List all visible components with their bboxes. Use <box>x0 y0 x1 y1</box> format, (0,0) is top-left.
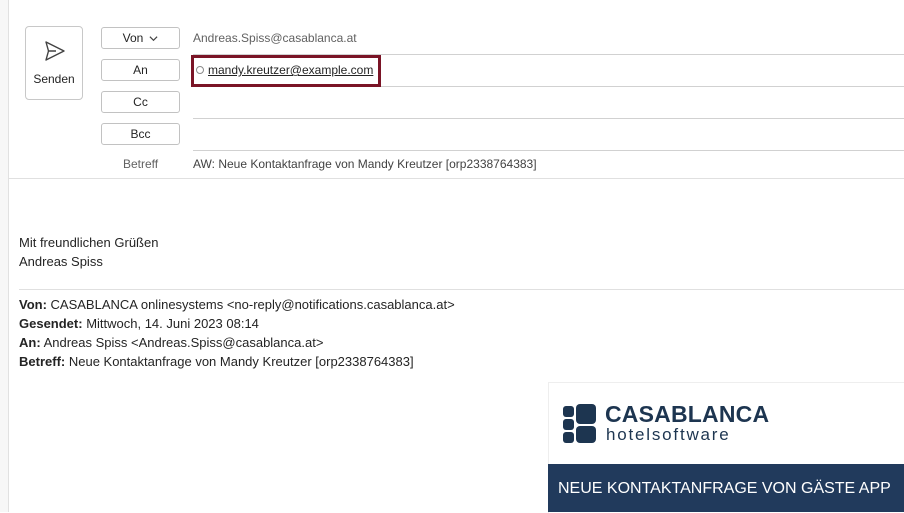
bcc-field-input[interactable] <box>193 150 904 151</box>
quoted-to-line: An: Andreas Spiss <Andreas.Spiss@casabla… <box>19 333 323 352</box>
send-icon <box>45 41 65 61</box>
from-address: Andreas.Spiss@casablanca.at <box>193 31 357 45</box>
cc-field-input[interactable] <box>193 118 904 119</box>
recipient-highlight-box <box>191 55 381 87</box>
quote-divider <box>19 289 904 290</box>
cc-button-label: Cc <box>133 95 148 109</box>
header-divider <box>8 178 904 179</box>
greeting-line: Mit freundlichen Grüßen <box>19 235 159 250</box>
to-button[interactable]: An <box>101 59 180 81</box>
casablanca-logo-icon <box>563 404 596 443</box>
logo-title: CASABLANCA <box>605 401 770 427</box>
to-button-label: An <box>133 63 148 77</box>
quoted-sent-label: Gesendet: <box>19 316 83 331</box>
quoted-sent-line: Gesendet: Mittwoch, 14. Juni 2023 08:14 <box>19 314 259 333</box>
logo-subtitle: hotelsoftware <box>606 425 731 444</box>
send-button-label: Senden <box>33 72 75 86</box>
cc-button[interactable]: Cc <box>101 91 180 113</box>
quoted-subject-label: Betreff: <box>19 354 66 369</box>
quoted-from-label: Von: <box>19 297 47 312</box>
from-button-label: Von <box>122 31 144 45</box>
subject-input[interactable]: AW: Neue Kontaktanfrage von Mandy Kreutz… <box>193 157 537 171</box>
quoted-subject-line: Betreff: Neue Kontaktanfrage von Mandy K… <box>19 352 414 371</box>
bcc-button[interactable]: Bcc <box>101 123 180 145</box>
signature-name: Andreas Spiss <box>19 254 103 269</box>
chevron-down-icon <box>149 35 158 41</box>
quoted-from-line: Von: CASABLANCA onlinesystems <no-reply@… <box>19 295 455 314</box>
bcc-button-label: Bcc <box>130 127 151 141</box>
quoted-subject-value: Neue Kontaktanfrage von Mandy Kreutzer [… <box>65 354 414 369</box>
pane-left-edge <box>0 0 9 512</box>
quoted-to-label: An: <box>19 335 41 350</box>
send-button[interactable]: Senden <box>25 26 83 100</box>
card-banner-text: NEUE KONTAKTANFRAGE VON GÄSTE APP <box>558 480 891 497</box>
quoted-from-value: CASABLANCA onlinesystems <no-reply@notif… <box>46 297 455 312</box>
quoted-to-value: Andreas Spiss <Andreas.Spiss@casablanca.… <box>40 335 324 350</box>
from-button[interactable]: Von <box>101 27 180 49</box>
quoted-sent-value: Mittwoch, 14. Juni 2023 08:14 <box>82 316 259 331</box>
subject-label: Betreff <box>123 157 159 171</box>
